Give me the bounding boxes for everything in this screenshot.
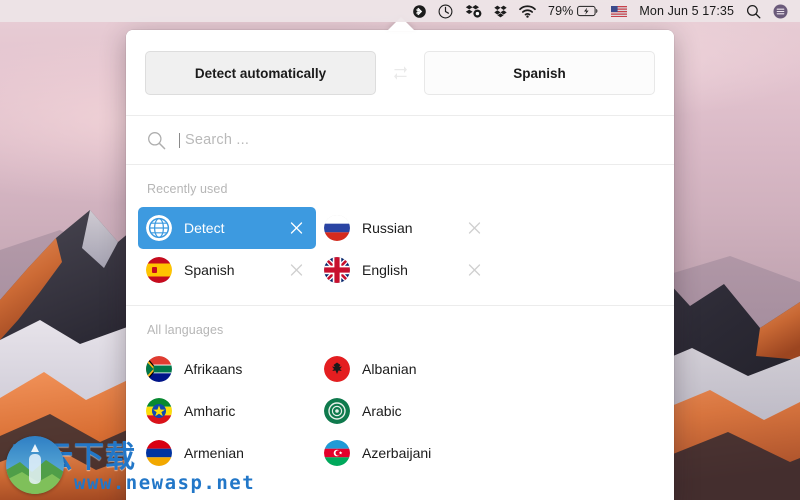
close-icon[interactable] xyxy=(290,264,303,277)
language-label-armenian: Armenian xyxy=(184,445,244,461)
recent-label-detect: Detect xyxy=(184,220,225,236)
battery-percent: 79% xyxy=(548,4,574,18)
language-item-arabic[interactable]: Arabic xyxy=(316,390,494,432)
spotlight-search-icon[interactable] xyxy=(740,0,767,22)
flag-russia-icon xyxy=(324,215,350,241)
search-input[interactable]: Search ... xyxy=(179,132,653,148)
globe-icon xyxy=(146,215,172,241)
close-icon[interactable] xyxy=(468,264,481,277)
menubar-clock[interactable]: Mon Jun 5 17:35 xyxy=(633,0,740,22)
flag-armenia-icon xyxy=(146,440,172,466)
all-languages-grid: Afrikaans Albanian Amharic Arabic Armeni… xyxy=(126,348,674,474)
language-item-azerbaijani[interactable]: Azerbaijani xyxy=(316,432,494,474)
recent-item-russian[interactable]: Russian xyxy=(316,207,494,249)
menu-bar: 79% Mon Jun 5 17:35 xyxy=(0,0,800,22)
language-item-amharic[interactable]: Amharic xyxy=(138,390,316,432)
flag-south-africa-icon xyxy=(146,356,172,382)
flag-spain-icon xyxy=(146,257,172,283)
battery-charging-icon xyxy=(577,5,598,17)
language-item-afrikaans[interactable]: Afrikaans xyxy=(138,348,316,390)
us-flag-icon[interactable] xyxy=(605,0,633,22)
flag-ethiopia-icon xyxy=(146,398,172,424)
close-icon[interactable] xyxy=(290,222,303,235)
target-language-button[interactable]: Spanish xyxy=(424,51,655,95)
recent-label-spanish: Spanish xyxy=(184,262,235,278)
language-label-azerbaijani: Azerbaijani xyxy=(362,445,432,461)
language-picker-popover: Detect automatically Spanish Search ... … xyxy=(126,30,674,500)
recent-item-english[interactable]: English xyxy=(316,249,494,291)
dropbox-sync-icon[interactable] xyxy=(459,0,488,22)
dropbox-icon[interactable] xyxy=(488,0,513,22)
wifi-icon[interactable] xyxy=(513,0,542,22)
app-dock-icon[interactable] xyxy=(6,436,64,494)
close-icon[interactable] xyxy=(468,222,481,235)
recent-label-russian: Russian xyxy=(362,220,413,236)
language-label-arabic: Arabic xyxy=(362,403,402,419)
all-languages-title: All languages xyxy=(147,323,224,337)
language-label-albanian: Albanian xyxy=(362,361,417,377)
recent-label-english: English xyxy=(362,262,408,278)
search-placeholder: Search ... xyxy=(185,132,250,148)
recent-item-detect[interactable]: Detect xyxy=(138,207,316,249)
recent-item-spanish[interactable]: Spanish xyxy=(138,249,316,291)
flag-azerbaijan-icon xyxy=(324,440,350,466)
language-item-albanian[interactable]: Albanian xyxy=(316,348,494,390)
language-selector-header: Detect automatically Spanish xyxy=(126,30,674,115)
flag-arabic-icon xyxy=(324,398,350,424)
language-label-afrikaans: Afrikaans xyxy=(184,361,243,377)
flag-albania-icon xyxy=(324,356,350,382)
recently-used-title: Recently used xyxy=(147,182,228,196)
swap-languages-button[interactable] xyxy=(387,65,413,81)
search-row[interactable]: Search ... xyxy=(126,115,674,165)
bluetooth-icon[interactable] xyxy=(407,0,432,22)
timemachine-icon[interactable] xyxy=(432,0,459,22)
battery-status[interactable]: 79% xyxy=(542,0,605,22)
source-language-label: Detect automatically xyxy=(194,65,327,81)
flag-uk-icon xyxy=(324,257,350,283)
notification-center-icon[interactable] xyxy=(767,0,794,22)
language-label-amharic: Amharic xyxy=(184,403,236,419)
source-language-button[interactable]: Detect automatically xyxy=(145,51,376,95)
language-item-armenian[interactable]: Armenian xyxy=(138,432,316,474)
swap-arrows-icon xyxy=(393,66,407,80)
recently-used-grid: Detect Russian Spanish English xyxy=(126,207,674,291)
target-language-label: Spanish xyxy=(513,65,566,81)
text-caret xyxy=(179,132,180,148)
search-icon xyxy=(148,131,166,149)
